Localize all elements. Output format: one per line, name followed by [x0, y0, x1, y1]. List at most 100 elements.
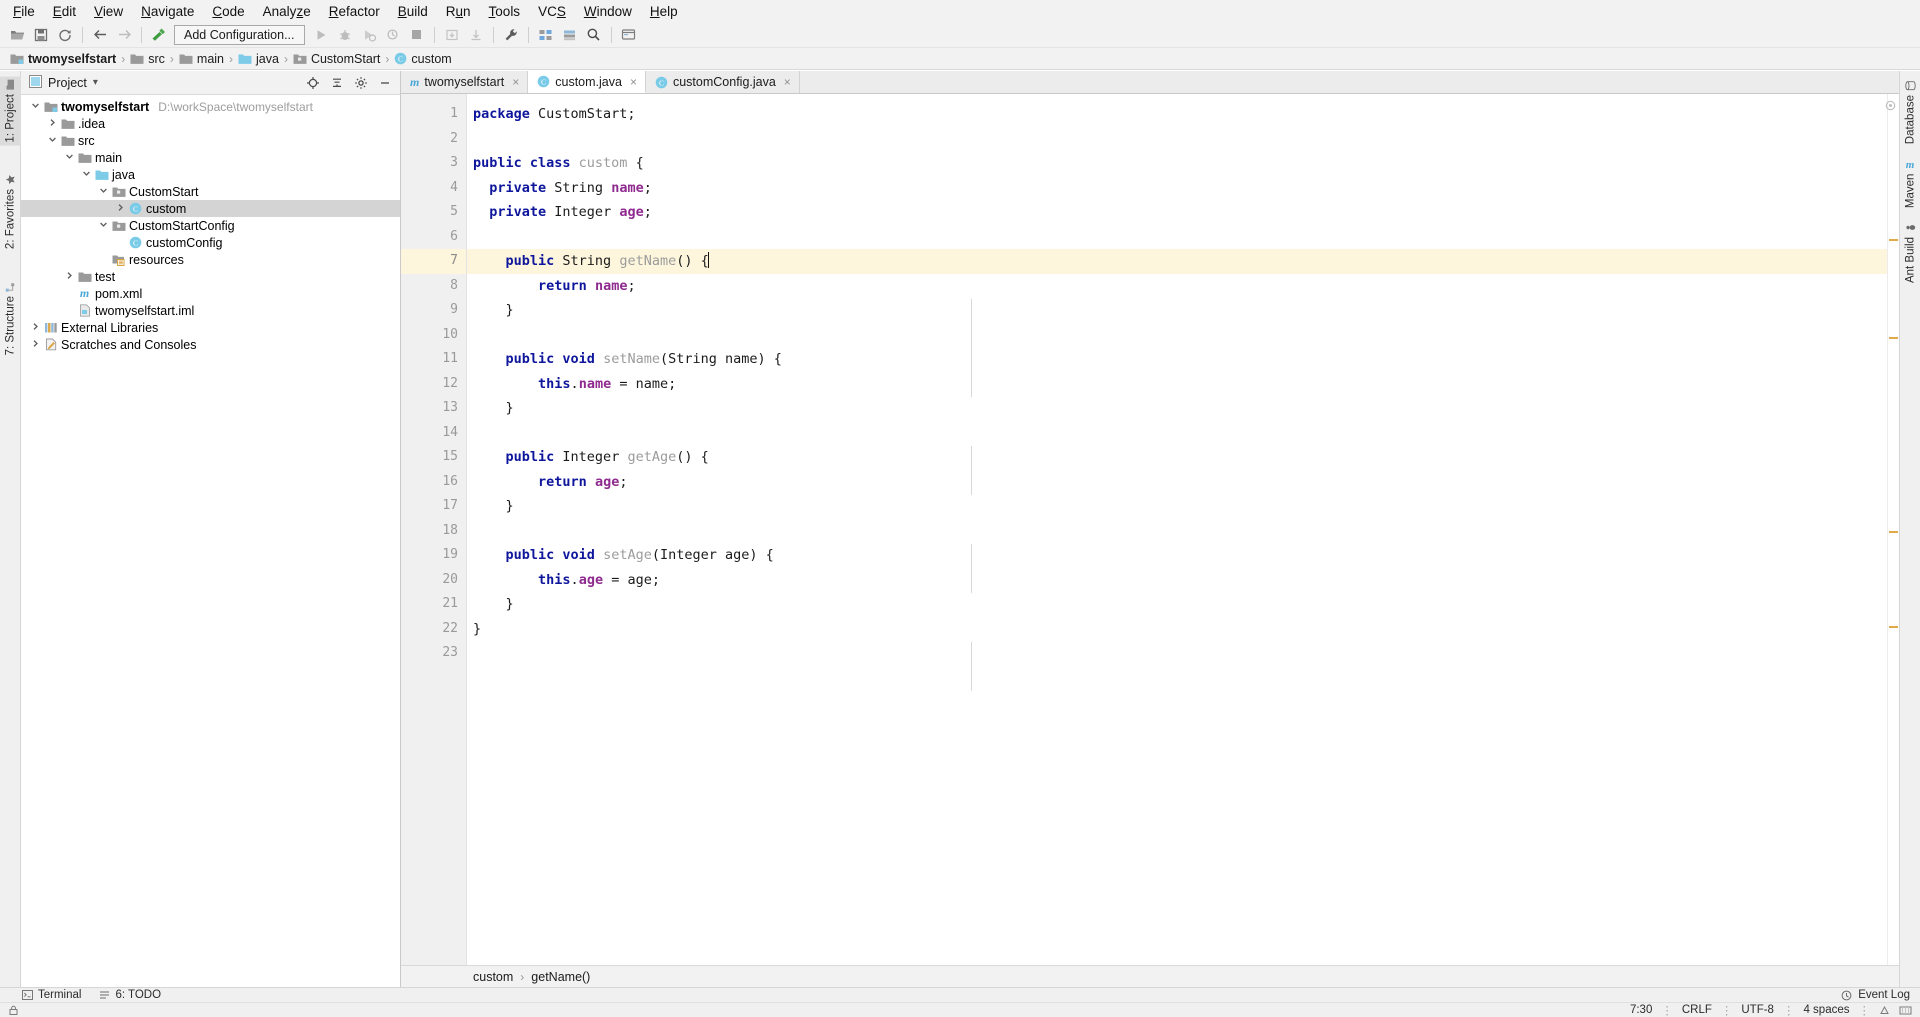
line-number[interactable]: 14: [401, 421, 466, 446]
chevron-right-icon[interactable]: [46, 118, 59, 129]
line-number[interactable]: 8: [401, 274, 466, 299]
code-line[interactable]: }: [467, 298, 1887, 323]
tree-node-customstartconfig[interactable]: CustomStartConfig: [21, 217, 400, 234]
tree-node-twomyselfstart-iml[interactable]: twomyselfstart.iml: [21, 302, 400, 319]
code-line[interactable]: this.name = name;: [467, 372, 1887, 397]
tree-node-customconfig[interactable]: CcustomConfig: [21, 234, 400, 251]
code-line[interactable]: [467, 519, 1887, 544]
build-hammer-icon[interactable]: [148, 24, 170, 46]
bottom-bar-button-terminal[interactable]: Terminal: [22, 989, 81, 1001]
menu-item-analyze[interactable]: Analyze: [254, 2, 320, 21]
menu-item-run[interactable]: Run: [437, 2, 480, 21]
code-line[interactable]: }: [467, 396, 1887, 421]
inspections-icon[interactable]: [1879, 1005, 1890, 1016]
hide-minus-icon[interactable]: [376, 74, 394, 92]
line-number[interactable]: 3: [401, 151, 466, 176]
line-number-gutter[interactable]: 1 2 3 4 5 6 7 8 9 10 11 12 13 14 15 16 17 18 19 20 21 22 23: [401, 94, 467, 965]
menu-item-navigate[interactable]: Navigate: [132, 2, 203, 21]
close-icon[interactable]: ×: [627, 75, 637, 89]
code-line[interactable]: [467, 641, 1887, 666]
tool-strip-button-2-favorites[interactable]: 2: Favorites: [0, 171, 21, 252]
line-number[interactable]: 18: [401, 519, 466, 544]
editor-breadcrumb-item[interactable]: custom: [473, 970, 513, 984]
code-marker-tick[interactable]: [1889, 531, 1898, 533]
menu-item-edit[interactable]: Edit: [44, 2, 85, 21]
tree-node-test[interactable]: test: [21, 268, 400, 285]
tree-node-main[interactable]: main: [21, 149, 400, 166]
project-tree[interactable]: twomyselfstart D:\workSpace\twomyselfstar…: [21, 95, 400, 987]
bottom-bar-button-6-todo[interactable]: 6: TODO: [99, 989, 161, 1001]
editor-tab-customconfig-java[interactable]: CcustomConfig.java ×: [645, 71, 800, 93]
tree-node-pom-xml[interactable]: m pom.xml: [21, 285, 400, 302]
memory-indicator-icon[interactable]: [1899, 1005, 1912, 1016]
code-line[interactable]: [467, 323, 1887, 348]
collapse-all-icon[interactable]: [328, 74, 346, 92]
code-line[interactable]: public class custom {: [467, 151, 1887, 176]
chevron-down-icon[interactable]: [97, 186, 110, 197]
chevron-down-icon[interactable]: [63, 152, 76, 163]
tree-node-java[interactable]: java: [21, 166, 400, 183]
editor-tab-custom-java[interactable]: Ccustom.java ×: [528, 71, 646, 93]
menu-item-build[interactable]: Build: [389, 2, 437, 21]
tool-strip-button-1-project[interactable]: 1: Project: [0, 77, 21, 146]
line-number[interactable]: 20: [401, 568, 466, 593]
breadcrumb-item-twomyselfstart[interactable]: twomyselfstart: [8, 52, 118, 66]
tree-node-resources[interactable]: resources: [21, 251, 400, 268]
code-line[interactable]: return age;: [467, 470, 1887, 495]
line-number[interactable]: 16: [401, 470, 466, 495]
breadcrumb-item-customstart[interactable]: CustomStart: [291, 52, 382, 66]
run-configuration-selector[interactable]: Add Configuration...: [174, 24, 305, 45]
code-line[interactable]: public Integer getAge() {: [467, 445, 1887, 470]
breadcrumb-item-java[interactable]: java: [236, 52, 281, 66]
caret-position[interactable]: 7:30: [1630, 1004, 1652, 1016]
inspection-status-icon[interactable]: [1885, 100, 1896, 111]
close-icon[interactable]: ×: [781, 75, 791, 89]
code-line[interactable]: public String getName() {: [467, 249, 1887, 274]
settings-wrench-icon[interactable]: [500, 24, 522, 46]
chevron-right-icon[interactable]: [114, 203, 127, 214]
event-log-button[interactable]: Event Log: [1841, 989, 1920, 1001]
code-line[interactable]: public void setAge(Integer age) {: [467, 543, 1887, 568]
code-line[interactable]: }: [467, 494, 1887, 519]
back-arrow-icon[interactable]: [89, 24, 111, 46]
line-number[interactable]: 23: [401, 641, 466, 666]
chevron-down-icon[interactable]: ▾: [93, 77, 98, 88]
menu-item-help[interactable]: Help: [641, 2, 687, 21]
save-all-icon[interactable]: [30, 24, 52, 46]
line-number[interactable]: 12: [401, 372, 466, 397]
code-marker-tick[interactable]: [1889, 626, 1898, 628]
chevron-down-icon[interactable]: [46, 135, 59, 146]
code-line[interactable]: return name;: [467, 274, 1887, 299]
indent-indicator[interactable]: 4 spaces: [1803, 1004, 1849, 1016]
code-line[interactable]: }: [467, 592, 1887, 617]
chevron-right-icon[interactable]: [29, 339, 42, 350]
tool-strip-button-ant-build[interactable]: Ant Build: [1900, 219, 1920, 286]
line-number[interactable]: 2: [401, 127, 466, 152]
tree-node-src[interactable]: src: [21, 132, 400, 149]
line-number[interactable]: 5: [401, 200, 466, 225]
line-number[interactable]: 21: [401, 592, 466, 617]
code-line[interactable]: this.age = age;: [467, 568, 1887, 593]
sdk-manager-icon[interactable]: [559, 24, 581, 46]
locate-target-icon[interactable]: [304, 74, 322, 92]
tree-node-twomyselfstart[interactable]: twomyselfstart D:\workSpace\twomyselfstar…: [21, 98, 400, 115]
menu-item-vcs[interactable]: VCS: [529, 2, 575, 21]
menu-item-code[interactable]: Code: [203, 2, 253, 21]
code-marker-tick[interactable]: [1889, 337, 1898, 339]
breadcrumb-item-src[interactable]: src: [128, 52, 167, 66]
code-line[interactable]: [467, 421, 1887, 446]
error-marker-strip[interactable]: [1885, 94, 1899, 965]
sync-refresh-icon[interactable]: [54, 24, 76, 46]
line-number[interactable]: 17: [401, 494, 466, 519]
open-folder-icon[interactable]: [6, 24, 28, 46]
line-number[interactable]: 15: [401, 445, 466, 470]
chevron-down-icon[interactable]: [80, 169, 93, 180]
menu-item-view[interactable]: View: [85, 2, 132, 21]
code-line[interactable]: [467, 225, 1887, 250]
help-topics-icon[interactable]: [618, 24, 640, 46]
tree-node-custom[interactable]: Ccustom: [21, 200, 400, 217]
chevron-down-icon[interactable]: [29, 101, 42, 112]
code-line[interactable]: public void setName(String name) {: [467, 347, 1887, 372]
menu-item-refactor[interactable]: Refactor: [320, 2, 389, 21]
readonly-lock-icon[interactable]: [8, 1005, 19, 1016]
